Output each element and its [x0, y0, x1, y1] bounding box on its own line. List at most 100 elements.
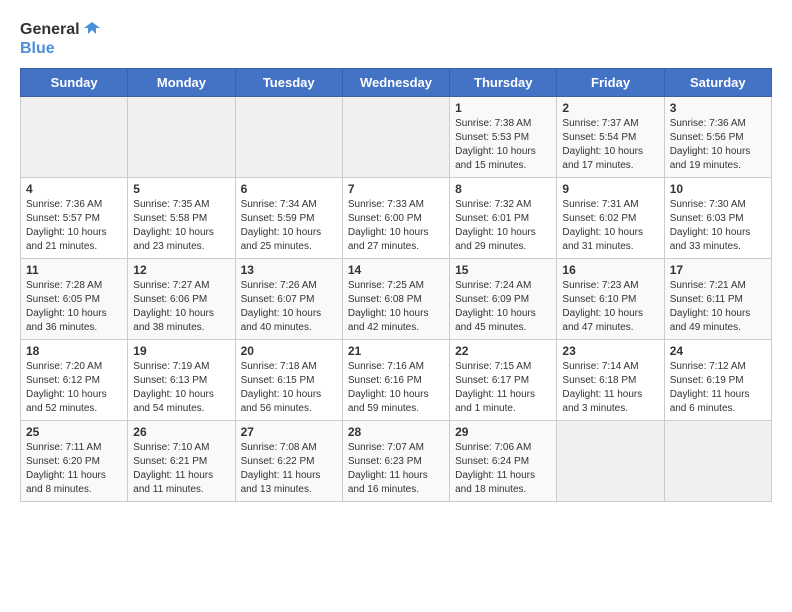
day-number: 13: [241, 263, 337, 277]
day-number: 11: [26, 263, 122, 277]
calendar-week-4: 18 Sunrise: 7:20 AM Sunset: 6:12 PM Dayli…: [21, 339, 772, 420]
day-number: 10: [670, 182, 766, 196]
calendar-cell: 13 Sunrise: 7:26 AM Sunset: 6:07 PM Dayli…: [235, 258, 342, 339]
header-wednesday: Wednesday: [342, 68, 449, 96]
day-info: Sunrise: 7:16 AM Sunset: 6:16 PM Dayligh…: [348, 360, 444, 416]
day-info: Sunrise: 7:37 AM Sunset: 5:54 PM Dayligh…: [562, 117, 658, 173]
calendar-cell: 10 Sunrise: 7:30 AM Sunset: 6:03 PM Dayli…: [664, 177, 771, 258]
day-number: 28: [348, 425, 444, 439]
day-number: 24: [670, 344, 766, 358]
calendar-cell: 24 Sunrise: 7:12 AM Sunset: 6:19 PM Dayli…: [664, 339, 771, 420]
day-info: Sunrise: 7:08 AM Sunset: 6:22 PM Dayligh…: [241, 441, 337, 497]
day-info: Sunrise: 7:14 AM Sunset: 6:18 PM Dayligh…: [562, 360, 658, 416]
calendar-cell: [664, 420, 771, 501]
day-info: Sunrise: 7:33 AM Sunset: 6:00 PM Dayligh…: [348, 198, 444, 254]
calendar-cell: 18 Sunrise: 7:20 AM Sunset: 6:12 PM Dayli…: [21, 339, 128, 420]
day-info: Sunrise: 7:18 AM Sunset: 6:15 PM Dayligh…: [241, 360, 337, 416]
calendar-cell: 29 Sunrise: 7:06 AM Sunset: 6:24 PM Dayli…: [450, 420, 557, 501]
day-info: Sunrise: 7:38 AM Sunset: 5:53 PM Dayligh…: [455, 117, 551, 173]
header-saturday: Saturday: [664, 68, 771, 96]
header-sunday: Sunday: [21, 68, 128, 96]
header-friday: Friday: [557, 68, 664, 96]
day-number: 4: [26, 182, 122, 196]
calendar-cell: 21Sunrise: 7:16 AM Sunset: 6:16 PM Dayli…: [342, 339, 449, 420]
calendar-cell: 22 Sunrise: 7:15 AM Sunset: 6:17 PM Dayli…: [450, 339, 557, 420]
calendar-week-2: 4 Sunrise: 7:36 AM Sunset: 5:57 PM Daylig…: [21, 177, 772, 258]
day-number: 29: [455, 425, 551, 439]
calendar-cell: 23 Sunrise: 7:14 AM Sunset: 6:18 PM Dayli…: [557, 339, 664, 420]
day-info: Sunrise: 7:23 AM Sunset: 6:10 PM Dayligh…: [562, 279, 658, 335]
calendar-week-1: 1 Sunrise: 7:38 AM Sunset: 5:53 PM Daylig…: [21, 96, 772, 177]
page-header: General Blue: [20, 20, 772, 58]
day-info: Sunrise: 7:24 AM Sunset: 6:09 PM Dayligh…: [455, 279, 551, 335]
day-info: Sunrise: 7:15 AM Sunset: 6:17 PM Dayligh…: [455, 360, 551, 416]
day-info: Sunrise: 7:31 AM Sunset: 6:02 PM Dayligh…: [562, 198, 658, 254]
calendar-cell: [128, 96, 235, 177]
day-number: 22: [455, 344, 551, 358]
day-number: 5: [133, 182, 229, 196]
calendar-cell: 1 Sunrise: 7:38 AM Sunset: 5:53 PM Daylig…: [450, 96, 557, 177]
calendar-table: SundayMondayTuesdayWednesdayThursdayFrid…: [20, 68, 772, 502]
day-info: Sunrise: 7:35 AM Sunset: 5:58 PM Dayligh…: [133, 198, 229, 254]
day-number: 25: [26, 425, 122, 439]
day-info: Sunrise: 7:19 AM Sunset: 6:13 PM Dayligh…: [133, 360, 229, 416]
day-info: Sunrise: 7:36 AM Sunset: 5:56 PM Dayligh…: [670, 117, 766, 173]
day-info: Sunrise: 7:36 AM Sunset: 5:57 PM Dayligh…: [26, 198, 122, 254]
calendar-cell: 16 Sunrise: 7:23 AM Sunset: 6:10 PM Dayli…: [557, 258, 664, 339]
day-number: 8: [455, 182, 551, 196]
calendar-header-row: SundayMondayTuesdayWednesdayThursdayFrid…: [21, 68, 772, 96]
calendar-cell: 3 Sunrise: 7:36 AM Sunset: 5:56 PM Daylig…: [664, 96, 771, 177]
day-info: Sunrise: 7:32 AM Sunset: 6:01 PM Dayligh…: [455, 198, 551, 254]
day-info: Sunrise: 7:28 AM Sunset: 6:05 PM Dayligh…: [26, 279, 122, 335]
calendar-cell: [235, 96, 342, 177]
day-info: Sunrise: 7:21 AM Sunset: 6:11 PM Dayligh…: [670, 279, 766, 335]
calendar-cell: 20 Sunrise: 7:18 AM Sunset: 6:15 PM Dayli…: [235, 339, 342, 420]
day-info: Sunrise: 7:07 AM Sunset: 6:23 PM Dayligh…: [348, 441, 444, 497]
calendar-cell: 28 Sunrise: 7:07 AM Sunset: 6:23 PM Dayli…: [342, 420, 449, 501]
day-number: 3: [670, 101, 766, 115]
day-number: 23: [562, 344, 658, 358]
day-number: 27: [241, 425, 337, 439]
day-number: 26: [133, 425, 229, 439]
day-number: 18: [26, 344, 122, 358]
day-number: 17: [670, 263, 766, 277]
day-info: Sunrise: 7:25 AM Sunset: 6:08 PM Dayligh…: [348, 279, 444, 335]
calendar-cell: 15Sunrise: 7:24 AM Sunset: 6:09 PM Dayli…: [450, 258, 557, 339]
day-number: 19: [133, 344, 229, 358]
logo-bird-icon: [82, 20, 102, 40]
calendar-cell: 6 Sunrise: 7:34 AM Sunset: 5:59 PM Daylig…: [235, 177, 342, 258]
logo-general: General: [20, 21, 80, 39]
day-number: 6: [241, 182, 337, 196]
calendar-cell: 2Sunrise: 7:37 AM Sunset: 5:54 PM Daylig…: [557, 96, 664, 177]
calendar-week-5: 25 Sunrise: 7:11 AM Sunset: 6:20 PM Dayli…: [21, 420, 772, 501]
calendar-cell: 11 Sunrise: 7:28 AM Sunset: 6:05 PM Dayli…: [21, 258, 128, 339]
calendar-cell: 26Sunrise: 7:10 AM Sunset: 6:21 PM Dayli…: [128, 420, 235, 501]
calendar-cell: 25 Sunrise: 7:11 AM Sunset: 6:20 PM Dayli…: [21, 420, 128, 501]
calendar-cell: 7 Sunrise: 7:33 AM Sunset: 6:00 PM Daylig…: [342, 177, 449, 258]
day-info: Sunrise: 7:30 AM Sunset: 6:03 PM Dayligh…: [670, 198, 766, 254]
day-info: Sunrise: 7:12 AM Sunset: 6:19 PM Dayligh…: [670, 360, 766, 416]
day-number: 9: [562, 182, 658, 196]
day-number: 7: [348, 182, 444, 196]
day-number: 1: [455, 101, 551, 115]
calendar-cell: 5 Sunrise: 7:35 AM Sunset: 5:58 PM Daylig…: [128, 177, 235, 258]
day-info: Sunrise: 7:11 AM Sunset: 6:20 PM Dayligh…: [26, 441, 122, 497]
calendar-cell: [342, 96, 449, 177]
day-info: Sunrise: 7:34 AM Sunset: 5:59 PM Dayligh…: [241, 198, 337, 254]
calendar-cell: 8 Sunrise: 7:32 AM Sunset: 6:01 PM Daylig…: [450, 177, 557, 258]
day-number: 16: [562, 263, 658, 277]
header-monday: Monday: [128, 68, 235, 96]
header-tuesday: Tuesday: [235, 68, 342, 96]
day-info: Sunrise: 7:27 AM Sunset: 6:06 PM Dayligh…: [133, 279, 229, 335]
calendar-cell: 27 Sunrise: 7:08 AM Sunset: 6:22 PM Dayli…: [235, 420, 342, 501]
logo: General Blue: [20, 20, 102, 58]
calendar-cell: 19 Sunrise: 7:19 AM Sunset: 6:13 PM Dayli…: [128, 339, 235, 420]
header-thursday: Thursday: [450, 68, 557, 96]
day-info: Sunrise: 7:20 AM Sunset: 6:12 PM Dayligh…: [26, 360, 122, 416]
day-number: 14: [348, 263, 444, 277]
calendar-cell: 17 Sunrise: 7:21 AM Sunset: 6:11 PM Dayli…: [664, 258, 771, 339]
day-info: Sunrise: 7:06 AM Sunset: 6:24 PM Dayligh…: [455, 441, 551, 497]
day-number: 20: [241, 344, 337, 358]
day-info: Sunrise: 7:26 AM Sunset: 6:07 PM Dayligh…: [241, 279, 337, 335]
calendar-cell: 4 Sunrise: 7:36 AM Sunset: 5:57 PM Daylig…: [21, 177, 128, 258]
